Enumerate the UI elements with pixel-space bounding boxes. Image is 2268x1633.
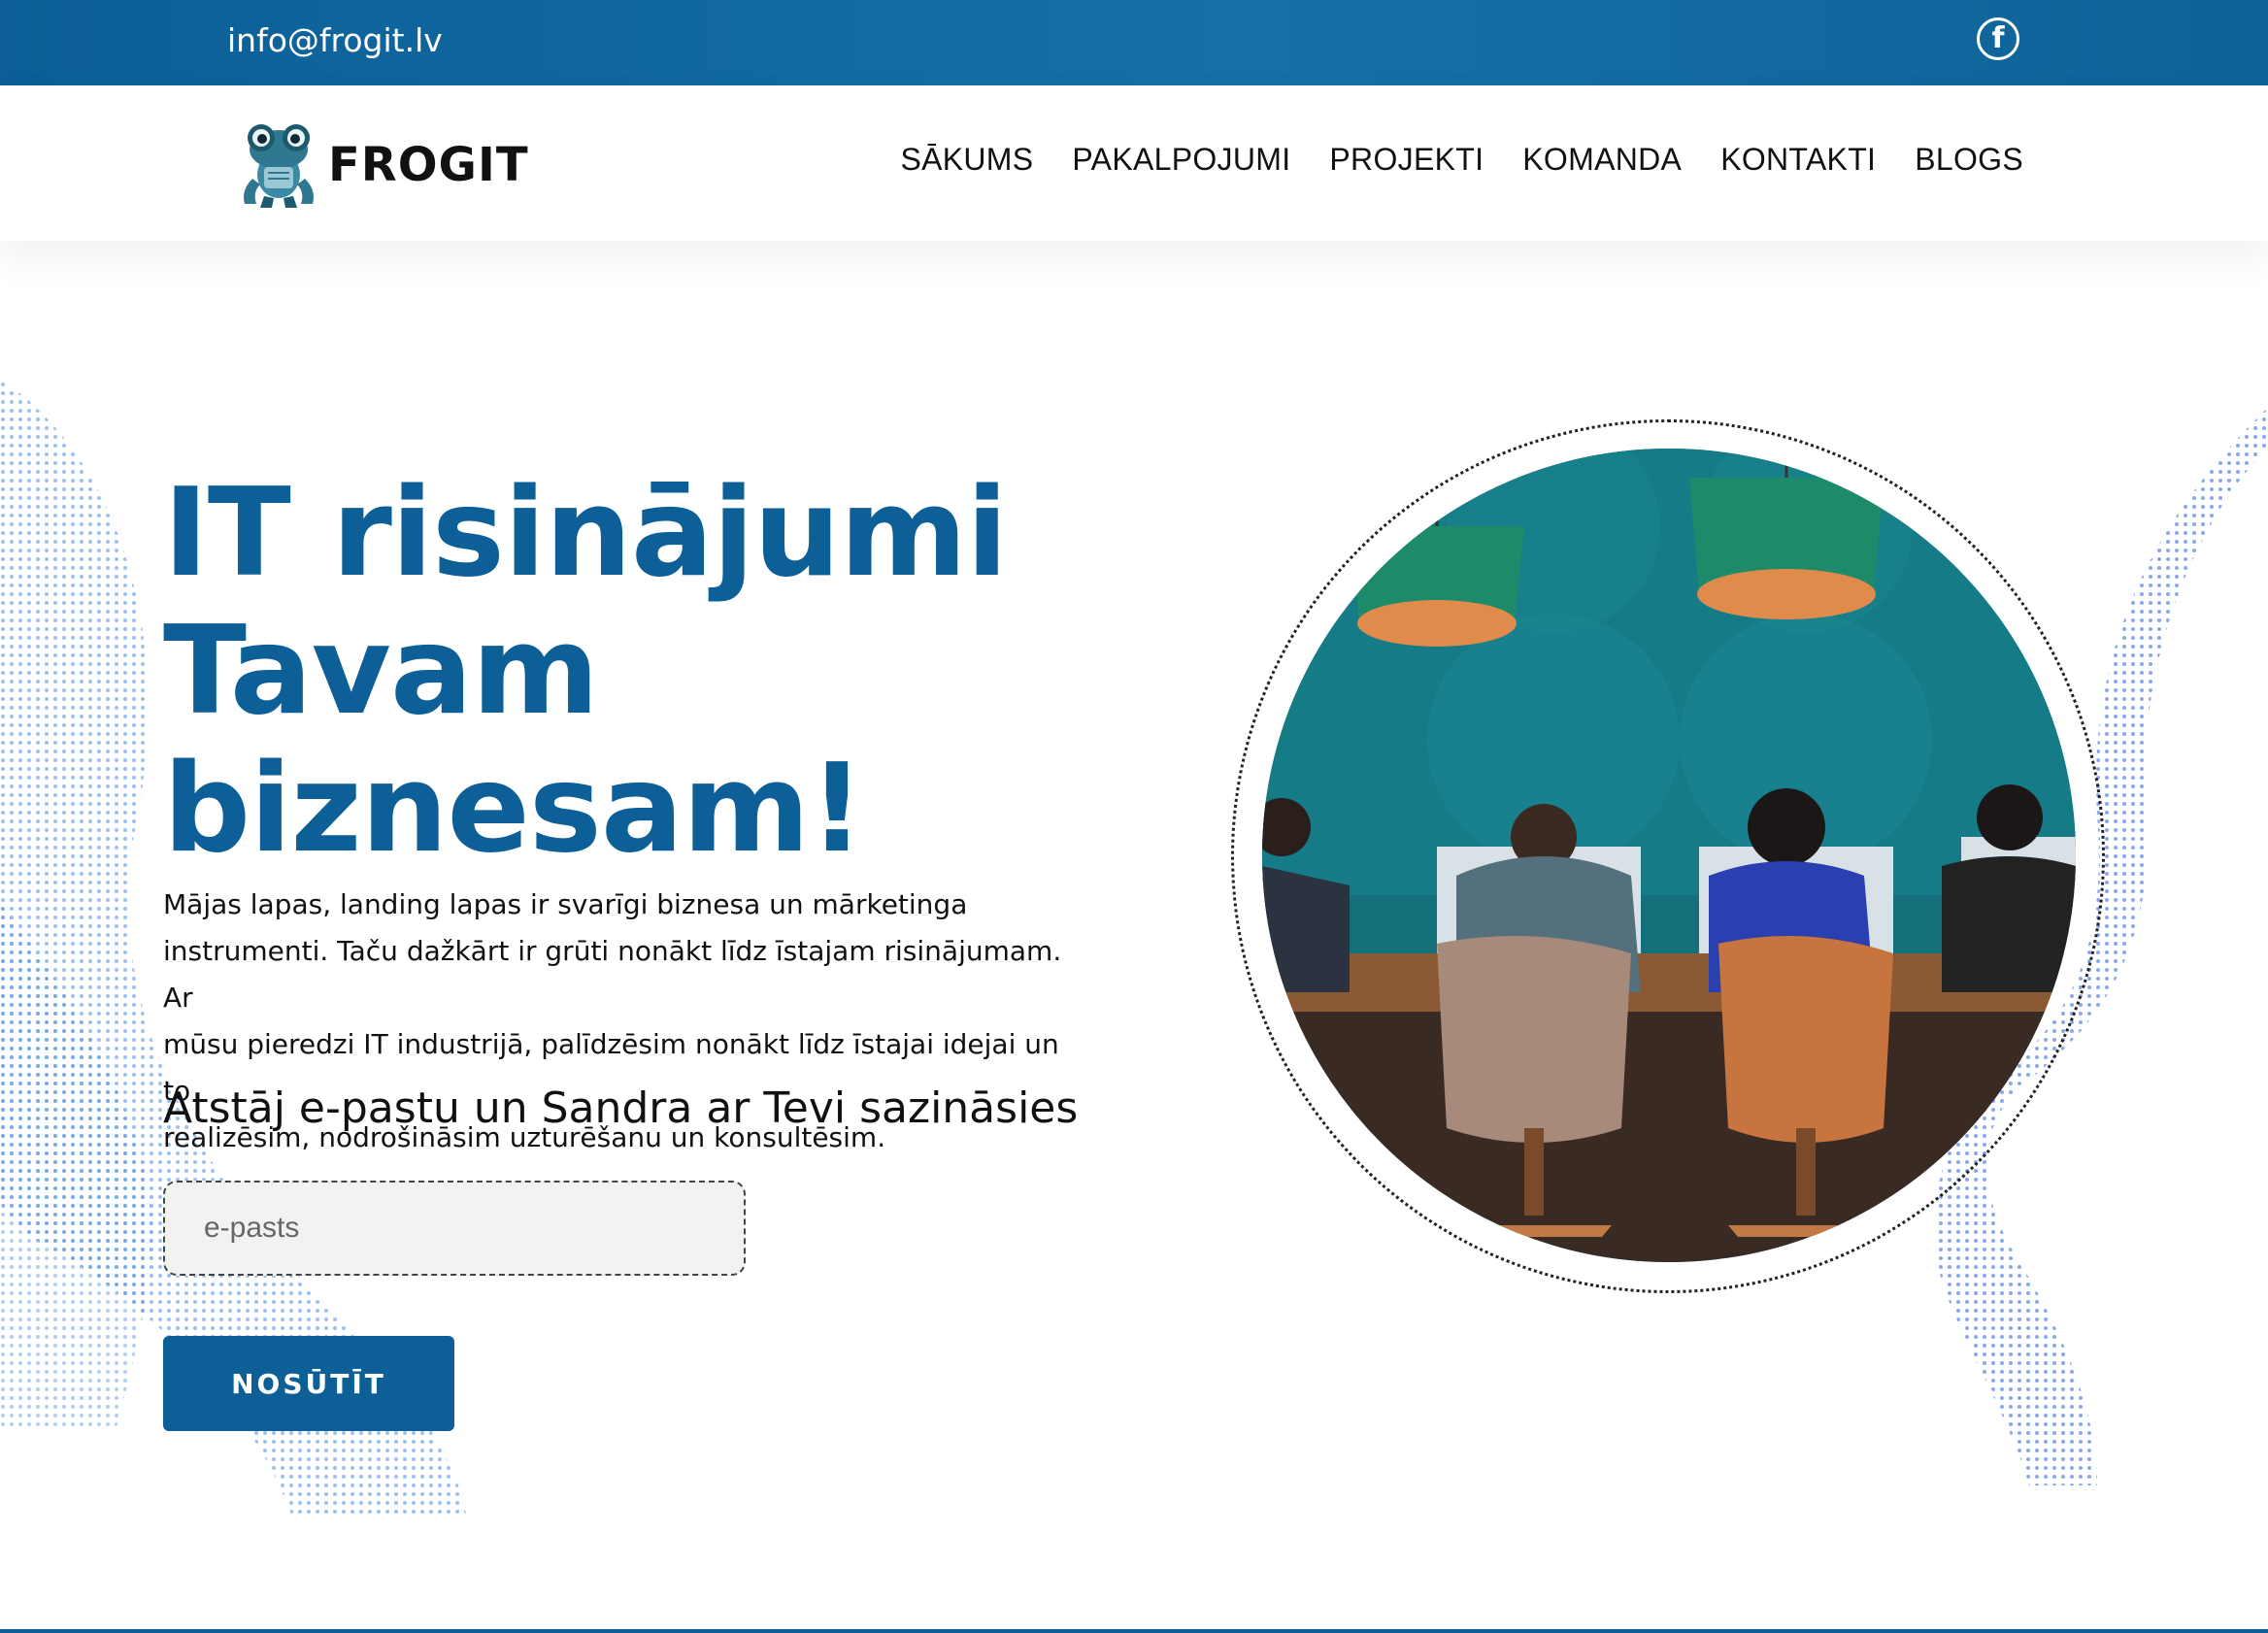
nav-item-sakums[interactable]: SĀKUMS <box>900 142 1033 178</box>
contact-email-link[interactable]: info@frogit.lv <box>227 21 443 59</box>
frog-logo-icon <box>244 124 314 208</box>
office-illustration <box>1262 449 2076 1262</box>
nav-item-projekti[interactable]: PROJEKTI <box>1329 142 1484 178</box>
site-header: FROGIT SĀKUMS PAKALPOJUMI PROJEKTI KOMAN… <box>0 85 2268 241</box>
cta-heading: Atstāj e-pastu un Sandra ar Tevi sazinās… <box>163 1083 1079 1133</box>
site-logo[interactable]: FROGIT <box>235 120 529 210</box>
hero-title-line-2: Tavam <box>163 599 599 742</box>
section-divider <box>0 1629 2268 1633</box>
main-nav: SĀKUMS PAKALPOJUMI PROJEKTI KOMANDA KONT… <box>900 142 2023 178</box>
nav-item-komanda[interactable]: KOMANDA <box>1522 142 1682 178</box>
nav-item-pakalpojumi[interactable]: PAKALPOJUMI <box>1072 142 1290 178</box>
submit-button[interactable]: NOSŪTĪT <box>163 1336 454 1431</box>
brand-name: FROGIT <box>328 138 529 192</box>
office-photo <box>1262 449 2076 1262</box>
hero-title: IT risinājumi Tavam biznesam! <box>163 464 1037 878</box>
hero-description-line-1: Mājas lapas, landing lapas ir svarīgi bi… <box>163 888 968 920</box>
email-field[interactable] <box>163 1181 746 1276</box>
nav-item-blogs[interactable]: BLOGS <box>1915 142 2023 178</box>
hero-description-line-2: instrumenti. Taču dažkārt ir grūti nonāk… <box>163 935 1062 1014</box>
top-bar: info@frogit.lv f <box>0 0 2268 85</box>
hero-title-line-3: biznesam! <box>163 737 865 880</box>
nav-item-kontakti[interactable]: KONTAKTI <box>1720 142 1876 178</box>
hero-title-line-1: IT risinājumi <box>163 461 1008 604</box>
facebook-icon[interactable]: f <box>1977 17 2019 60</box>
